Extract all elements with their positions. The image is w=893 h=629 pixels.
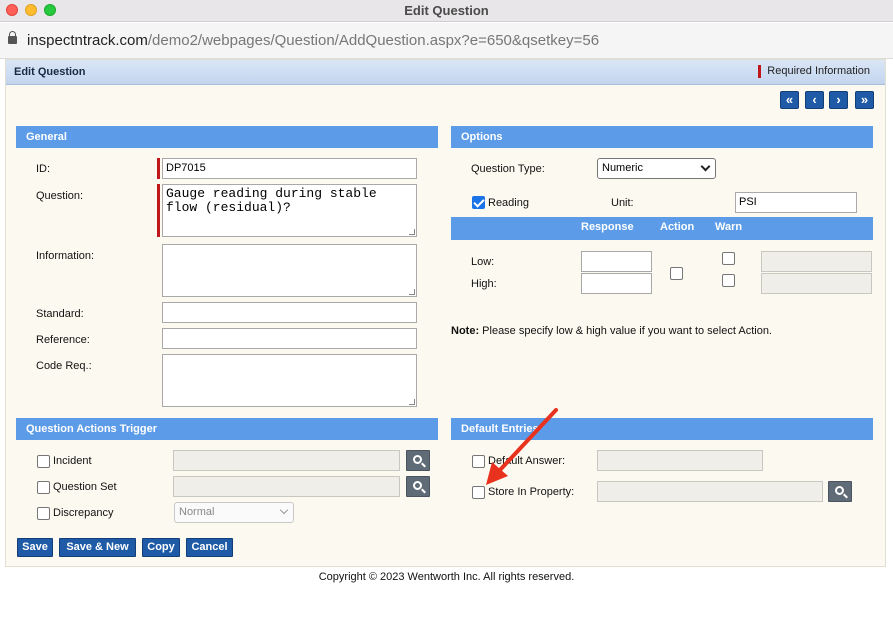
address-bar[interactable]: inspectntrack.com/demo2/webpages/Questio… — [0, 23, 893, 59]
question-label: Question: — [36, 190, 84, 202]
default-entries-header: Default Entries — [451, 418, 873, 440]
reading-checkbox[interactable] — [472, 196, 485, 209]
search-icon-handle — [421, 488, 426, 494]
store-in-property-search-button[interactable] — [828, 481, 852, 502]
url-text[interactable]: inspectntrack.com/demo2/webpages/Questio… — [27, 32, 599, 49]
high-action-input — [761, 273, 872, 294]
save-button[interactable]: Save — [17, 538, 53, 557]
id-input[interactable]: DP7015 — [162, 158, 417, 179]
copyright-text: Copyright © 2023 Wentworth Inc. All righ… — [318, 571, 575, 583]
save-and-new-button[interactable]: Save & New — [59, 538, 136, 557]
question-set-checkbox[interactable] — [37, 481, 50, 494]
lock-icon — [8, 31, 17, 44]
edit-question-page: Edit Question Required Information « ‹ ›… — [5, 59, 886, 567]
question-type-select[interactable]: Numeric — [597, 158, 716, 179]
unit-label: Unit: — [611, 197, 634, 209]
question-type-value: Numeric — [602, 162, 643, 174]
question-set-search-button[interactable] — [406, 476, 430, 497]
resize-handle[interactable] — [409, 229, 415, 235]
information-label: Information: — [36, 250, 95, 262]
reading-range-header: Response Action Warn — [451, 217, 873, 240]
code-req-textarea[interactable] — [162, 354, 417, 407]
cancel-button[interactable]: Cancel — [186, 538, 233, 557]
reference-label: Reference: — [36, 334, 90, 346]
question-text: Gauge reading during stable flow (residu… — [166, 186, 377, 215]
reading-label: Reading — [488, 197, 529, 209]
low-response-input[interactable] — [581, 251, 652, 272]
store-in-property-checkbox[interactable] — [472, 486, 485, 499]
question-textarea[interactable]: Gauge reading during stable flow (residu… — [162, 184, 417, 237]
question-type-label: Question Type: — [471, 163, 545, 175]
low-warn-checkbox[interactable] — [722, 252, 735, 265]
standard-label: Standard: — [36, 308, 84, 320]
note-text: Please specify low & high value if you w… — [479, 325, 772, 337]
default-answer-label: Default Answer: — [488, 455, 566, 467]
default-answer-input — [597, 450, 763, 471]
search-icon-handle — [421, 462, 426, 468]
next-record-button[interactable]: › — [829, 91, 848, 109]
question-set-input — [173, 476, 400, 497]
window-title: Edit Question — [404, 3, 489, 18]
unit-input[interactable]: PSI — [735, 192, 857, 213]
id-label: ID: — [36, 163, 51, 175]
page-header: Edit Question Required Information — [6, 60, 885, 85]
incident-label: Incident — [53, 455, 92, 467]
resize-handle[interactable] — [409, 399, 415, 405]
store-in-property-label: Store In Property: — [488, 486, 575, 498]
chevron-down-icon — [700, 161, 711, 172]
discrepancy-select: Normal — [174, 502, 294, 523]
options-note: Note: Please specify low & high value if… — [451, 325, 772, 337]
last-record-button[interactable]: » — [855, 91, 874, 109]
default-answer-checkbox[interactable] — [472, 455, 485, 468]
options-section-header: Options — [451, 126, 873, 148]
response-column-header: Response — [581, 221, 634, 233]
note-label: Note: — [451, 325, 480, 337]
general-section-header: General — [16, 126, 438, 148]
previous-record-button[interactable]: ‹ — [805, 91, 824, 109]
required-marker — [157, 184, 160, 237]
question-set-label: Question Set — [53, 481, 117, 493]
discrepancy-label: Discrepancy — [53, 507, 114, 519]
url-path: /demo2/webpages/Question/AddQuestion.asp… — [147, 32, 600, 49]
page-title: Edit Question — [14, 66, 86, 78]
high-response-input[interactable] — [581, 273, 652, 294]
chevron-down-icon — [279, 505, 289, 515]
action-checkbox[interactable] — [670, 267, 683, 280]
warn-column-header: Warn — [715, 221, 743, 233]
information-textarea[interactable] — [162, 244, 417, 297]
url-host: inspectntrack.com — [27, 32, 148, 49]
low-label: Low: — [471, 256, 495, 268]
reference-input[interactable] — [162, 328, 417, 349]
store-in-property-input — [597, 481, 823, 502]
code-req-label: Code Req.: — [36, 360, 92, 372]
resize-handle[interactable] — [409, 289, 415, 295]
incident-checkbox[interactable] — [37, 455, 50, 468]
standard-input[interactable] — [162, 302, 417, 323]
discrepancy-select-value: Normal — [179, 506, 215, 518]
search-icon-handle — [843, 493, 848, 499]
high-warn-checkbox[interactable] — [722, 274, 735, 287]
copy-button[interactable]: Copy — [142, 538, 180, 557]
required-marker — [157, 158, 160, 179]
high-label: High: — [471, 278, 497, 290]
required-information-legend: Required Information — [758, 65, 870, 78]
question-actions-trigger-header: Question Actions Trigger — [16, 418, 438, 440]
action-column-header: Action — [660, 221, 695, 233]
low-action-input — [761, 251, 872, 272]
incident-input — [173, 450, 400, 471]
window-titlebar: Edit Question — [0, 0, 893, 22]
discrepancy-checkbox[interactable] — [37, 507, 50, 520]
first-record-button[interactable]: « — [780, 91, 799, 109]
incident-search-button[interactable] — [406, 450, 430, 471]
